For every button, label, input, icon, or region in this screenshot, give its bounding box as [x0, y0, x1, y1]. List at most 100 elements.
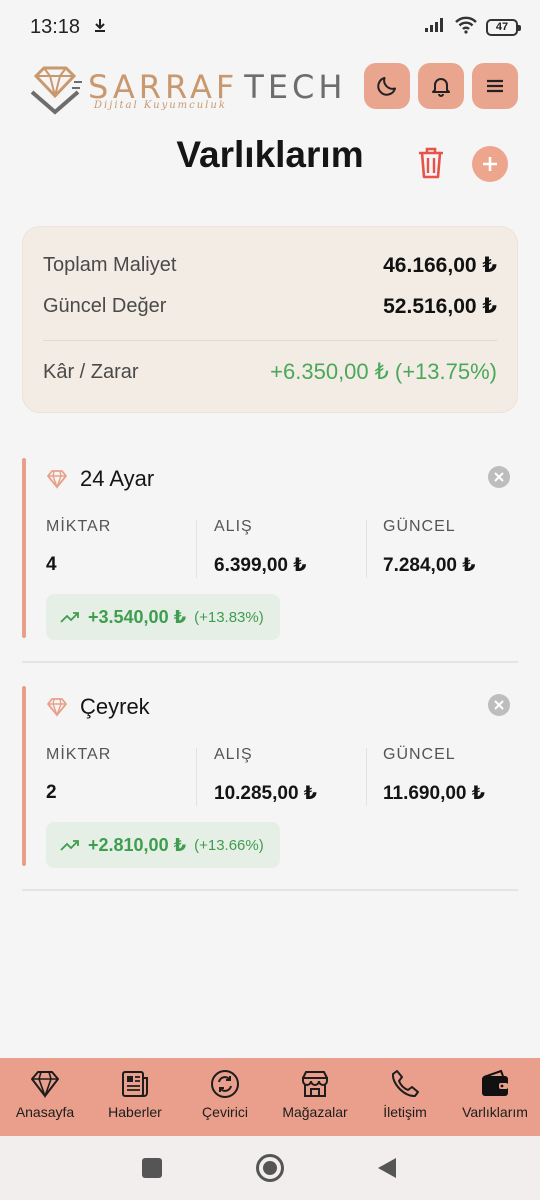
page-title: Varlıklarım	[176, 134, 364, 175]
nav-home[interactable]: Anasayfa	[2, 1058, 88, 1120]
app-header: SARRAF TECH Dijital Kuyumculuk	[0, 58, 540, 118]
summary-divider	[43, 340, 497, 341]
dark-mode-button[interactable]	[364, 63, 410, 109]
back-button[interactable]	[376, 1156, 398, 1185]
gain-amount: +3.540,00 ₺	[88, 606, 187, 627]
add-asset-button[interactable]	[472, 146, 508, 182]
profit-value: +6.350,00 ₺ (+13.75%)	[270, 359, 497, 384]
menu-button[interactable]	[472, 63, 518, 109]
gain-badge: +3.540,00 ₺ (+13.83%)	[46, 594, 280, 640]
status-bar: 13:18 47	[0, 0, 540, 54]
nav-label: Anasayfa	[15, 1104, 75, 1120]
home-dot-icon	[263, 1161, 277, 1175]
quantity-value: 4	[46, 554, 57, 575]
quantity-label: MİKTAR	[46, 518, 112, 535]
current-value-value: 52.516,00 ₺	[383, 295, 497, 318]
quantity-label: MİKTAR	[46, 746, 112, 763]
asset-card[interactable]: 24 Ayar MİKTAR 4 ALIŞ 6.399,00 ₺ GÜNCEL …	[22, 458, 518, 640]
nav-label: Haberler	[108, 1104, 162, 1120]
column-divider	[196, 748, 197, 806]
nav-news[interactable]: Haberler	[92, 1058, 178, 1120]
total-cost-value: 46.166,00 ₺	[383, 254, 497, 277]
asset-divider	[22, 889, 518, 891]
diamond-icon	[47, 470, 67, 489]
converter-icon	[211, 1070, 239, 1098]
current-value: 7.284,00 ₺	[383, 555, 476, 576]
trending-up-icon	[60, 612, 79, 623]
current-value-label: Güncel Değer	[43, 295, 167, 317]
hamburger-icon	[487, 79, 503, 93]
nav-label: Mağazalar	[282, 1104, 348, 1120]
buy-label: ALIŞ	[214, 746, 253, 763]
signal-icon	[424, 17, 446, 38]
current-value: 11.690,00 ₺	[383, 783, 485, 804]
nav-label: Çevirici	[202, 1104, 248, 1120]
trending-up-icon	[60, 840, 79, 851]
nav-converter[interactable]: Çevirici	[182, 1058, 268, 1120]
quantity-column: MİKTAR 4	[46, 518, 111, 576]
gain-percent: (+13.83%)	[194, 608, 264, 626]
gain-badge: +2.810,00 ₺ (+13.66%)	[46, 822, 280, 868]
nav-label: Varlıklarım	[462, 1104, 528, 1120]
nav-stores[interactable]: Mağazalar	[272, 1058, 358, 1120]
store-icon	[302, 1071, 328, 1097]
buy-label: ALIŞ	[214, 518, 253, 535]
current-column: GÜNCEL 7.284,00 ₺	[383, 518, 475, 577]
trash-icon	[419, 147, 443, 179]
delete-all-button[interactable]	[416, 146, 446, 180]
remove-asset-button[interactable]	[488, 694, 510, 716]
plus-icon	[483, 157, 497, 171]
nav-contact[interactable]: İletişim	[362, 1058, 448, 1120]
current-column: GÜNCEL 11.690,00 ₺	[383, 746, 485, 805]
buy-column: ALIŞ 6.399,00 ₺	[214, 518, 306, 577]
bottom-nav: Anasayfa Haberler Çevirici Mağazalar İle…	[0, 1058, 540, 1136]
newspaper-icon	[122, 1071, 148, 1097]
quantity-value: 2	[46, 782, 57, 803]
wallet-icon	[482, 1069, 508, 1096]
current-label: GÜNCEL	[383, 746, 456, 763]
buy-value: 10.285,00 ₺	[214, 783, 318, 804]
total-cost-label: Toplam Maliyet	[43, 254, 177, 276]
notifications-button[interactable]	[418, 63, 464, 109]
nav-label: İletişim	[383, 1104, 427, 1120]
asset-divider	[22, 661, 518, 663]
asset-accent-bar	[22, 686, 26, 866]
gain-percent: (+13.66%)	[194, 836, 264, 854]
back-triangle-icon	[378, 1158, 396, 1178]
system-nav-bar	[0, 1136, 540, 1200]
summary-card: Toplam Maliyet 46.166,00 ₺ Güncel Değer …	[22, 226, 518, 413]
asset-name: 24 Ayar	[80, 466, 155, 491]
diamond-logo-icon	[30, 66, 82, 115]
close-icon	[494, 700, 504, 710]
profit-row: Kâr / Zarar +6.350,00 ₺ (+13.75%)	[43, 359, 497, 385]
quantity-column: MİKTAR 2	[46, 746, 111, 804]
brand-logo[interactable]: SARRAF TECH Dijital Kuyumculuk	[28, 62, 342, 118]
diamond-icon	[31, 1071, 59, 1099]
recent-apps-button[interactable]	[142, 1158, 162, 1178]
download-icon	[92, 16, 108, 39]
home-button[interactable]	[256, 1154, 284, 1182]
column-divider	[366, 748, 367, 806]
asset-card[interactable]: Çeyrek MİKTAR 2 ALIŞ 10.285,00 ₺ GÜNCEL …	[22, 686, 518, 868]
remove-asset-button[interactable]	[488, 466, 510, 488]
brand-tagline: Dijital Kuyumculuk	[94, 100, 227, 111]
diamond-icon	[47, 698, 67, 717]
battery-icon: 47	[486, 18, 521, 36]
moon-icon	[377, 77, 396, 96]
bell-icon	[432, 78, 450, 97]
profit-label: Kâr / Zarar	[43, 360, 139, 383]
gain-amount: +2.810,00 ₺	[88, 834, 187, 855]
buy-column: ALIŞ 10.285,00 ₺	[214, 746, 317, 805]
asset-name: Çeyrek	[80, 694, 150, 719]
column-divider	[196, 520, 197, 578]
total-cost-row: Toplam Maliyet 46.166,00 ₺	[43, 253, 497, 278]
status-time: 13:18	[30, 15, 81, 38]
buy-value: 6.399,00 ₺	[214, 555, 307, 576]
wifi-icon	[454, 16, 478, 39]
current-value-row: Güncel Değer 52.516,00 ₺	[43, 294, 497, 319]
nav-assets[interactable]: Varlıklarım	[452, 1058, 538, 1120]
current-label: GÜNCEL	[383, 518, 456, 535]
asset-accent-bar	[22, 458, 26, 638]
close-icon	[494, 472, 504, 482]
column-divider	[366, 520, 367, 578]
